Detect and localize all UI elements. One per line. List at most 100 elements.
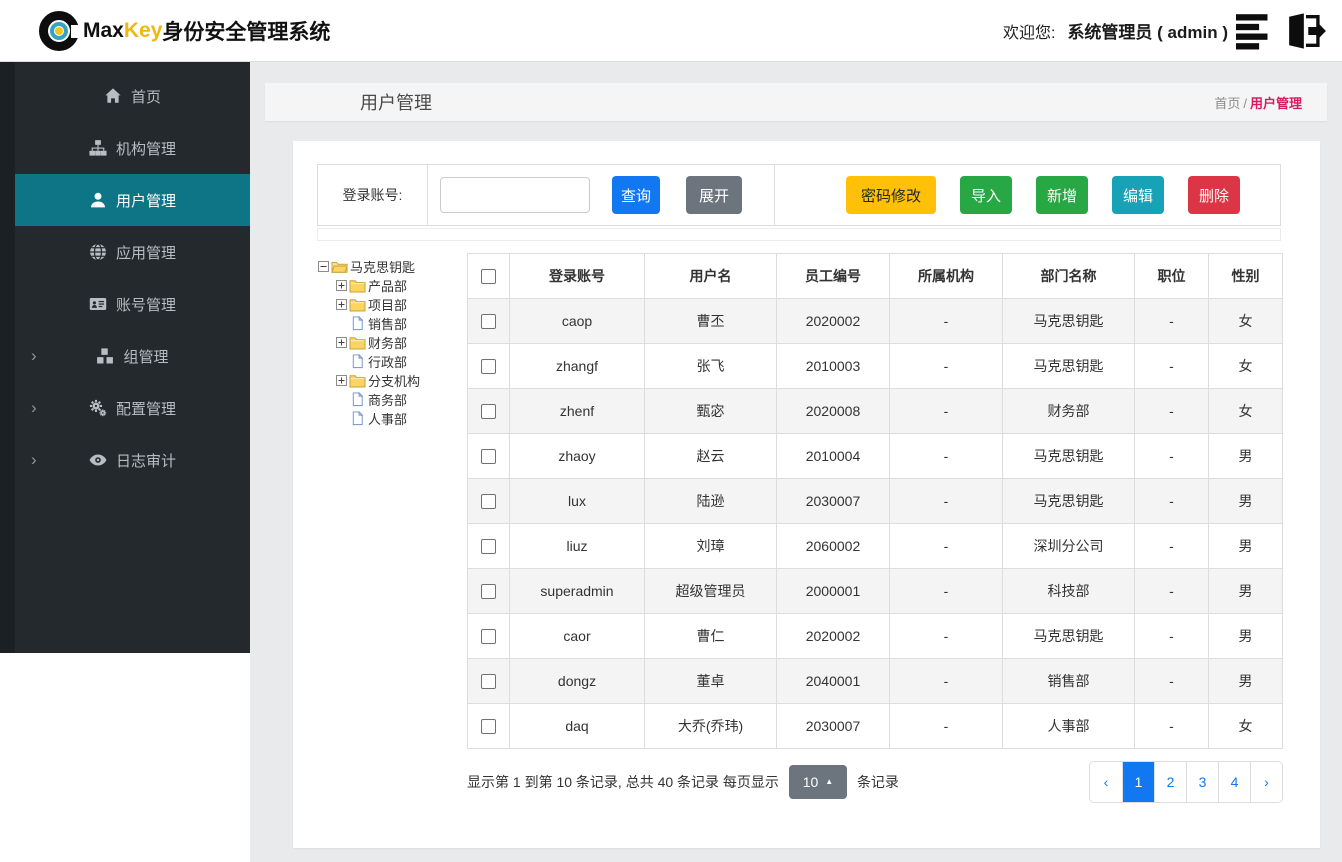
table-toolbar-strip (317, 228, 1281, 241)
expand-button[interactable]: 展开 (686, 176, 742, 214)
tree-node[interactable]: 商务部 (317, 390, 465, 409)
breadcrumb-home-link[interactable]: 首页 (1214, 96, 1240, 111)
sidebar-item-account[interactable]: 账号管理 (15, 278, 250, 330)
row-checkbox[interactable] (481, 584, 496, 600)
table-cell: - (889, 703, 1003, 749)
change-password-button[interactable]: 密码修改 (846, 176, 936, 214)
table-cell: 董卓 (644, 658, 777, 704)
tree-expand-icon[interactable] (335, 375, 348, 386)
table-cell: 2030007 (776, 703, 890, 749)
import-button[interactable]: 导入 (960, 176, 1012, 214)
sidebar-item-user[interactable]: 用户管理 (15, 174, 250, 226)
tree-expand-icon[interactable] (335, 280, 348, 291)
sidebar-item-org[interactable]: 机构管理 (15, 122, 250, 174)
row-checkbox[interactable] (481, 404, 496, 420)
sidebar-item-home[interactable]: 首页 (15, 70, 250, 122)
maxkey-logo-icon (38, 10, 80, 52)
tree-expand-icon[interactable] (335, 299, 348, 310)
login-account-input[interactable] (440, 177, 590, 213)
tree-node[interactable]: 销售部 (317, 314, 465, 333)
pagination-page-2[interactable]: 2 (1154, 762, 1186, 802)
current-user-label: 系统管理员 ( admin ) (1067, 23, 1228, 42)
add-button[interactable]: 新增 (1036, 176, 1088, 214)
row-checkbox[interactable] (481, 359, 496, 375)
row-checkbox[interactable] (481, 314, 496, 330)
table-row[interactable]: superadmin 超级管理员 2000001- 科技部 - 男 (467, 568, 1283, 614)
table-header-cell: 用户名 (644, 253, 777, 299)
pagination-next[interactable]: › (1250, 762, 1282, 802)
table-row[interactable]: daq 大乔(乔玮) 2030007- 人事部 - 女 (467, 703, 1283, 749)
tree-node[interactable]: 人事部 (317, 409, 465, 428)
pagination-page-4[interactable]: 4 (1218, 762, 1250, 802)
table-cell: 2020002 (776, 298, 890, 344)
sidebar-item-label: 配置管理 (115, 400, 176, 418)
table-row[interactable]: dongz 董卓 2040001- 销售部 - 男 (467, 658, 1283, 704)
edit-button[interactable]: 编辑 (1112, 176, 1164, 214)
tree-node[interactable]: 财务部 (317, 333, 465, 352)
row-checkbox[interactable] (481, 674, 496, 690)
checkbox-cell (467, 433, 510, 479)
row-checkbox[interactable] (481, 539, 496, 555)
table-cell: 马克思钥匙 (1002, 298, 1135, 344)
pagination-prev[interactable]: ‹ (1090, 762, 1122, 802)
table-cell: 深圳分公司 (1002, 523, 1135, 569)
sidebar-item-label: 首页 (130, 88, 161, 106)
table-cell: 女 (1208, 703, 1283, 749)
table-row[interactable]: caor 曹仁 2020002- 马克思钥匙 - 男 (467, 613, 1283, 659)
sidebar-item-group[interactable]: › 组管理 (15, 330, 250, 382)
table-row[interactable]: caop 曹丕 2020002- 马克思钥匙 - 女 (467, 298, 1283, 344)
page-size-dropdown[interactable]: 10 ▲ (788, 765, 847, 799)
row-checkbox[interactable] (481, 494, 496, 510)
row-checkbox[interactable] (481, 449, 496, 465)
user-table: 登录账号 用户名 员工编号 所属机构 部门名称 职位 性别 caop 曹丕 2020002- 马克… (467, 253, 1283, 749)
row-checkbox[interactable] (481, 719, 496, 735)
toolbar-divider (774, 165, 775, 225)
tree-node-label: 马克思钥匙 (350, 260, 416, 275)
topnav-right: 欢迎您: 系统管理员 ( admin ) (1003, 11, 1328, 51)
tree-node-label: 财务部 (368, 336, 408, 351)
table-body: caop 曹丕 2020002- 马克思钥匙 - 女 zhangf 张飞 2010003- 马克思… (467, 298, 1283, 749)
sidebar-item-app[interactable]: 应用管理 (15, 226, 250, 278)
table-footer: 显示第 1 到第 10 条记录, 总共 40 条记录 每页显示 10 ▲ 条记录… (467, 761, 1283, 803)
table-cell: caop (509, 298, 645, 344)
table-cell: 男 (1208, 613, 1283, 659)
table-cell: 2000001 (776, 568, 890, 614)
table-cell: 2030007 (776, 478, 890, 524)
sidebar-item-config[interactable]: › 配置管理 (15, 382, 250, 434)
table-cell: zhangf (509, 343, 645, 389)
table-cell: - (1134, 388, 1209, 434)
brand-text-suffix: 身份安全管理系统 (162, 20, 331, 44)
query-button[interactable]: 查询 (612, 176, 660, 214)
chevron-right-icon: › (31, 346, 37, 365)
table-row[interactable]: zhaoy 赵云 2010004- 马克思钥匙 - 男 (467, 433, 1283, 479)
tree-node[interactable]: 项目部 (317, 295, 465, 314)
tree-node[interactable]: 分支机构 (317, 371, 465, 390)
delete-button[interactable]: 删除 (1188, 176, 1240, 214)
tree-collapse-icon[interactable] (317, 261, 330, 272)
sidebar-item-audit[interactable]: › 日志审计 (15, 434, 250, 486)
home-icon (104, 87, 122, 105)
tree-node[interactable]: 产品部 (317, 276, 465, 295)
table-cell: - (889, 388, 1003, 434)
table-row[interactable]: liuz 刘璋 2060002- 深圳分公司 - 男 (467, 523, 1283, 569)
table-row[interactable]: zhenf 甄宓 2020008- 财务部 - 女 (467, 388, 1283, 434)
list-icon[interactable] (1236, 11, 1278, 51)
table-cell: 女 (1208, 388, 1283, 434)
table-cell: 男 (1208, 433, 1283, 479)
tree-expand-icon[interactable] (335, 337, 348, 348)
file-icon (349, 353, 366, 369)
cubes-icon (96, 347, 115, 365)
row-checkbox[interactable] (481, 269, 496, 285)
table-cell: - (1134, 703, 1209, 749)
table-row[interactable]: lux 陆逊 2030007- 马克思钥匙 - 男 (467, 478, 1283, 524)
table-row[interactable]: zhangf 张飞 2010003- 马克思钥匙 - 女 (467, 343, 1283, 389)
table-cell: 2020002 (776, 613, 890, 659)
row-checkbox[interactable] (481, 629, 496, 645)
brand-text-key: Key (123, 18, 163, 42)
pagination-page-1[interactable]: 1 (1122, 762, 1154, 802)
pagination-page-3[interactable]: 3 (1186, 762, 1218, 802)
tree-node-root[interactable]: 马克思钥匙 (317, 257, 465, 276)
checkbox-cell (467, 703, 510, 749)
logout-icon[interactable] (1286, 11, 1328, 51)
tree-node[interactable]: 行政部 (317, 352, 465, 371)
